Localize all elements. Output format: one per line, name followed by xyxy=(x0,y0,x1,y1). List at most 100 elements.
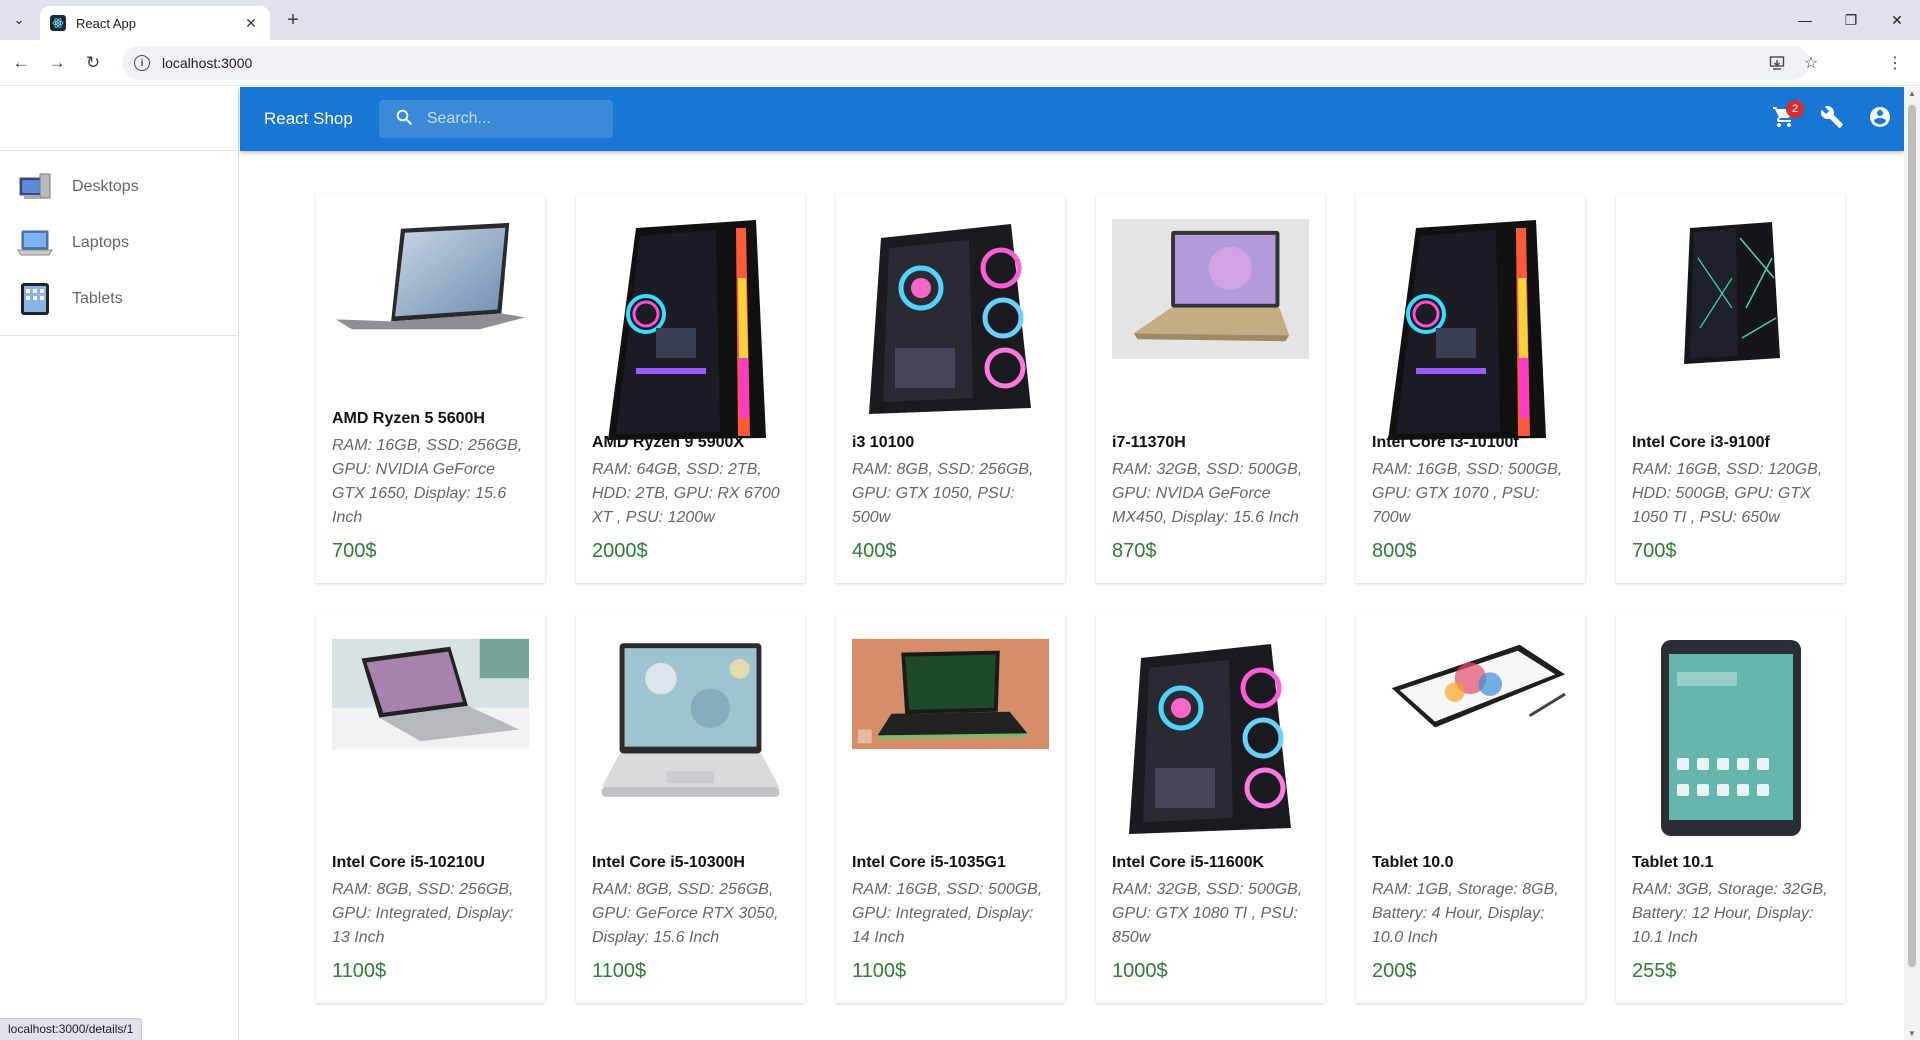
tablet-icon xyxy=(16,280,54,318)
product-card[interactable]: Intel Core i5-10210U RAM: 8GB, SSD: 256GB… xyxy=(316,614,545,1003)
bookmark-star-icon[interactable]: ☆ xyxy=(1800,52,1822,74)
browser-toolbar: ← → ↻ i localhost:3000 ☆ ⋮ xyxy=(0,40,1920,86)
product-name[interactable]: Intel Core i3-9100f xyxy=(1632,434,1829,452)
scrollbar-thumb[interactable] xyxy=(1908,105,1916,967)
browser-tab[interactable]: React App ✕ xyxy=(40,6,270,40)
product-name[interactable]: Intel Core i5-10210U xyxy=(332,854,529,872)
product-image[interactable] xyxy=(1372,638,1569,838)
address-url: localhost:3000 xyxy=(162,55,253,71)
account-circle-icon xyxy=(1868,105,1892,134)
product-card-body: Tablet 10.0 RAM: 1GB, Storage: 8GB, Batte… xyxy=(1372,854,1569,983)
product-image[interactable] xyxy=(1112,218,1309,418)
sidebar-item-laptops[interactable]: Laptops xyxy=(0,215,238,271)
tab-close-icon[interactable]: ✕ xyxy=(242,15,260,32)
product-price: 200$ xyxy=(1372,960,1417,982)
product-price: 2000$ xyxy=(592,540,648,562)
product-card-body: i3 10100 RAM: 8GB, SSD: 256GB, GPU: GTX 1… xyxy=(852,434,1049,563)
app-root: Desktops Laptops Tablets React Shop Sear… xyxy=(0,87,1920,1040)
desktop-icon xyxy=(16,168,54,206)
product-card[interactable]: Intel Core i5-1035G1 RAM: 16GB, SSD: 500G… xyxy=(836,614,1065,1003)
product-name[interactable]: AMD Ryzen 5 5600H xyxy=(332,410,529,428)
product-card[interactable]: Intel Core i5-11600K RAM: 32GB, SSD: 500G… xyxy=(1096,614,1325,1003)
product-card[interactable]: Intel Core i5-10300H RAM: 8GB, SSD: 256GB… xyxy=(576,614,805,1003)
product-price: 255$ xyxy=(1632,960,1677,982)
product-name[interactable]: AMD Ryzen 9 5900X xyxy=(592,434,789,452)
reload-icon[interactable]: ↻ xyxy=(80,50,106,76)
account-button[interactable] xyxy=(1856,95,1904,143)
product-name[interactable]: i7-11370H xyxy=(1112,434,1309,452)
product-specs: RAM: 8GB, SSD: 256GB, GPU: GeForce RTX 3… xyxy=(592,881,779,946)
page-scrollbar[interactable]: ▲ ▼ xyxy=(1904,87,1920,1040)
brand-title[interactable]: React Shop xyxy=(264,109,353,129)
product-card[interactable]: i3 10100 RAM: 8GB, SSD: 256GB, GPU: GTX 1… xyxy=(836,194,1065,583)
sidebar-header-spacer xyxy=(0,87,238,151)
product-name[interactable]: Tablet 10.1 xyxy=(1632,854,1829,872)
product-specs: RAM: 32GB, SSD: 500GB, GPU: GTX 1080 TI … xyxy=(1112,881,1303,946)
product-image[interactable] xyxy=(852,218,1049,418)
search-box[interactable] xyxy=(378,100,613,138)
search-input[interactable] xyxy=(426,110,597,128)
minimize-icon[interactable]: — xyxy=(1782,0,1828,40)
product-name[interactable]: Intel Core i5-10300H xyxy=(592,854,789,872)
product-card-body: AMD Ryzen 5 5600H RAM: 16GB, SSD: 256GB, … xyxy=(332,410,529,563)
product-card[interactable]: AMD Ryzen 9 5900X RAM: 64GB, SSD: 2TB, HD… xyxy=(576,194,805,583)
product-price: 1100$ xyxy=(852,960,907,982)
product-card[interactable]: i7-11370H RAM: 32GB, SSD: 500GB, GPU: NVI… xyxy=(1096,194,1325,583)
sidebar-item-tablets[interactable]: Tablets xyxy=(0,271,238,327)
product-price: 800$ xyxy=(1372,540,1417,562)
product-specs: RAM: 16GB, SSD: 500GB, GPU: Integrated, … xyxy=(852,881,1043,946)
restore-icon[interactable]: ❐ xyxy=(1828,0,1874,40)
new-tab-icon[interactable]: + xyxy=(280,8,306,32)
product-name[interactable]: i3 10100 xyxy=(852,434,1049,452)
app-bar-actions: 2 xyxy=(1760,87,1904,151)
product-image[interactable] xyxy=(1112,638,1309,838)
product-specs: RAM: 16GB, SSD: 120GB, HDD: 500GB, GPU: … xyxy=(1632,461,1823,526)
product-image[interactable] xyxy=(332,638,529,838)
product-name[interactable]: Intel Core i5-11600K xyxy=(1112,854,1309,872)
product-card[interactable]: Intel Core i3-10100f RAM: 16GB, SSD: 500G… xyxy=(1356,194,1585,583)
product-specs: RAM: 8GB, SSD: 256GB, GPU: GTX 1050, PSU… xyxy=(852,461,1034,526)
forward-icon[interactable]: → xyxy=(44,50,70,76)
product-card-body: Intel Core i5-1035G1 RAM: 16GB, SSD: 500G… xyxy=(852,854,1049,983)
product-card-body: Tablet 10.1 RAM: 3GB, Storage: 32GB, Batt… xyxy=(1632,854,1829,983)
product-name[interactable]: Intel Core i3-10100f xyxy=(1372,434,1569,452)
product-specs: RAM: 16GB, SSD: 500GB, GPU: GTX 1070 , P… xyxy=(1372,461,1563,526)
product-image[interactable] xyxy=(852,638,1049,838)
product-card[interactable]: Tablet 10.1 RAM: 3GB, Storage: 32GB, Batt… xyxy=(1616,614,1845,1003)
product-name[interactable]: Tablet 10.0 xyxy=(1372,854,1569,872)
product-image[interactable] xyxy=(592,218,789,440)
product-image[interactable] xyxy=(592,638,789,838)
cart-button[interactable]: 2 xyxy=(1760,95,1808,143)
product-card[interactable]: Intel Core i3-9100f RAM: 16GB, SSD: 120GB… xyxy=(1616,194,1845,583)
product-name[interactable]: Intel Core i5-1035G1 xyxy=(852,854,1049,872)
product-card[interactable]: AMD Ryzen 5 5600H RAM: 16GB, SSD: 256GB, … xyxy=(316,194,545,583)
product-card-body: Intel Core i5-10210U RAM: 8GB, SSD: 256GB… xyxy=(332,854,529,983)
product-image[interactable] xyxy=(1632,638,1829,838)
product-specs: RAM: 8GB, SSD: 256GB, GPU: Integrated, D… xyxy=(332,881,514,946)
browser-menu-icon[interactable]: ⋮ xyxy=(1884,52,1906,74)
site-info-icon[interactable]: i xyxy=(134,55,150,71)
product-price: 870$ xyxy=(1112,540,1157,562)
app-bar: React Shop 2 xyxy=(240,87,1904,151)
sidebar-item-label: Desktops xyxy=(72,178,139,195)
product-card[interactable]: Tablet 10.0 RAM: 1GB, Storage: 8GB, Batte… xyxy=(1356,614,1585,1003)
sidebar-item-desktops[interactable]: Desktops xyxy=(0,159,238,215)
address-bar[interactable]: i localhost:3000 xyxy=(122,46,1810,80)
product-image[interactable] xyxy=(1372,218,1569,440)
product-specs: RAM: 64GB, SSD: 2TB, HDD: 2TB, GPU: RX 6… xyxy=(592,461,780,526)
product-specs: RAM: 16GB, SSD: 256GB, GPU: NVIDIA GeFor… xyxy=(332,437,523,526)
product-price: 700$ xyxy=(1632,540,1677,562)
product-price: 1100$ xyxy=(332,960,387,982)
product-image[interactable] xyxy=(1632,218,1829,418)
scroll-down-arrow-icon[interactable]: ▼ xyxy=(1907,1029,1917,1038)
product-specs: RAM: 1GB, Storage: 8GB, Battery: 4 Hour,… xyxy=(1372,881,1559,946)
window-close-icon[interactable]: ✕ xyxy=(1874,0,1920,40)
scroll-up-arrow-icon[interactable]: ▲ xyxy=(1907,89,1917,98)
admin-button[interactable] xyxy=(1808,95,1856,143)
tab-search-chevron-icon[interactable]: ⌄ xyxy=(6,8,32,32)
laptop-icon xyxy=(16,224,54,262)
category-list: Desktops Laptops Tablets xyxy=(0,151,238,336)
back-icon[interactable]: ← xyxy=(8,50,34,76)
install-app-icon[interactable] xyxy=(1766,52,1788,74)
product-image[interactable] xyxy=(332,218,529,410)
